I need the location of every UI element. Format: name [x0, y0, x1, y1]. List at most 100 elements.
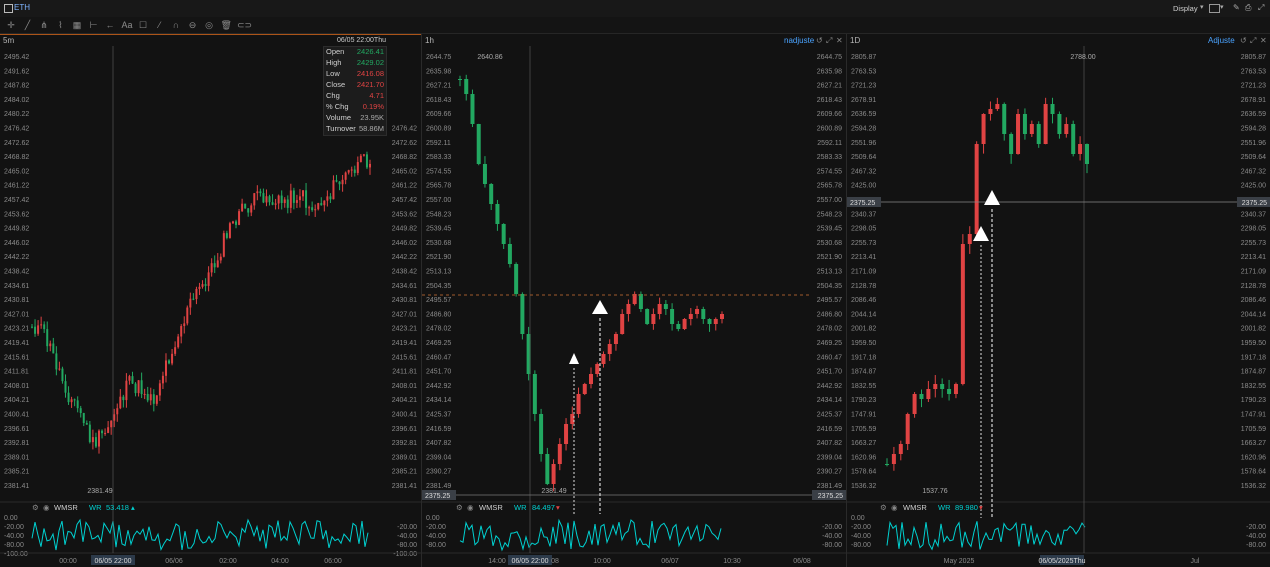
oscillator-settings-icon[interactable]: ⚙ — [456, 503, 463, 512]
candle-body — [46, 329, 49, 347]
candle-body — [244, 203, 247, 209]
candle-body — [960, 244, 965, 384]
candle-body — [1029, 124, 1034, 134]
candle-body — [1050, 104, 1055, 114]
tooltip-key: Open — [326, 47, 345, 56]
candle-body — [174, 347, 177, 354]
osc-label-left: -80.00 — [851, 542, 871, 549]
candle-body — [676, 324, 681, 329]
oscillator-dropdown-icon[interactable]: ▴ — [131, 503, 135, 512]
candle-body — [329, 196, 332, 200]
candle-body — [302, 190, 305, 197]
candle-body — [192, 298, 195, 300]
candle-body — [268, 196, 271, 203]
time-label: 04:00 — [271, 558, 289, 565]
price-label-right: 2805.87 — [1241, 54, 1266, 61]
price-label-left: 2513.13 — [426, 269, 451, 276]
candle-body — [332, 180, 335, 200]
candle-body — [70, 399, 73, 403]
oscillator-dropdown-icon[interactable]: ▾ — [979, 503, 983, 512]
candle-body — [295, 200, 298, 203]
candle-body — [595, 364, 600, 374]
candle-body — [119, 396, 122, 409]
candle-body — [557, 444, 562, 464]
crosshair-icon[interactable]: ✛ — [6, 20, 16, 30]
price-label-left: 2805.87 — [851, 54, 876, 61]
drawing-toolbar: ✛ ╱ ⋔ ⌇ ▦ ⊢ ← Aa ☐ ⁄ ∩ ⊖ ◎ 🗑 ⊂⊃ — [0, 17, 1270, 34]
camera-icon[interactable]: ⎙ — [1245, 3, 1251, 13]
oscillator-visibility-icon[interactable]: ◉ — [43, 503, 50, 512]
time-label: Jul — [1191, 558, 1200, 565]
trash-icon[interactable]: 🗑 — [221, 20, 232, 30]
magnet-icon[interactable]: ∩ — [171, 20, 181, 30]
candle-body — [82, 413, 85, 424]
time-label: 00:00 — [59, 558, 77, 565]
price-label-left: 2434.61 — [4, 283, 29, 290]
lock-icon[interactable]: ⊖ — [188, 20, 198, 30]
price-label-left: 2486.80 — [426, 311, 451, 318]
crosshair-price-right: 2375.25 — [1242, 200, 1267, 207]
price-label-right: 1874.87 — [1241, 369, 1266, 376]
candle-body — [146, 393, 149, 401]
window-icon[interactable] — [4, 4, 13, 13]
fork-icon[interactable]: ⋔ — [39, 20, 49, 30]
price-label-right: 2381.49 — [817, 483, 842, 490]
link-icon[interactable]: ⊂⊃ — [237, 20, 252, 30]
pattern-icon[interactable]: ⌇ — [56, 20, 66, 30]
time-label: 10:30 — [723, 558, 741, 565]
layout-icon[interactable] — [1209, 4, 1220, 13]
note-icon[interactable]: ☐ — [138, 20, 148, 30]
price-label-right: 2565.78 — [817, 183, 842, 190]
candle-body — [682, 319, 687, 329]
brush-icon[interactable]: ⁄ — [155, 20, 165, 30]
price-label-left: 2255.73 — [851, 240, 876, 247]
trendline-icon[interactable]: ╱ — [23, 20, 33, 30]
price-label-left: 2548.23 — [426, 211, 451, 218]
candle-body — [265, 196, 268, 203]
candle-body — [110, 420, 113, 428]
candle-body — [107, 427, 110, 433]
candle-body — [582, 384, 587, 394]
osc-label-left: -20.00 — [426, 524, 446, 531]
fullscreen-icon[interactable]: ⤢ — [1258, 3, 1264, 13]
price-label-left: 2419.41 — [4, 340, 29, 347]
tooltip-value: 4.71 — [369, 91, 384, 100]
candle-body — [305, 190, 308, 208]
low-marker: 1537.76 — [922, 488, 947, 495]
price-label-left: 2434.14 — [426, 397, 451, 404]
chart-svg-1h[interactable]: 2644.75 2635.98 2627.21 2618.43 2609.66 2600.… — [422, 34, 846, 567]
chart-svg-1d[interactable]: 2805.87 2763.53 2721.23 2678.91 2636.59 2594.… — [847, 34, 1270, 567]
arrow-icon[interactable]: ← — [105, 20, 115, 30]
oscillator-settings-icon[interactable]: ⚙ — [32, 503, 39, 512]
oscillator-dropdown-icon[interactable]: ▾ — [556, 503, 560, 512]
symbol-label[interactable]: ETH — [14, 3, 30, 12]
display-button[interactable]: Display — [1173, 4, 1198, 13]
tooltip-key: Low — [326, 69, 340, 78]
candle-body — [262, 193, 265, 203]
candle-body — [235, 221, 238, 225]
price-label-left: 2469.25 — [426, 340, 451, 347]
tooltip-key: Volume — [326, 113, 352, 122]
price-label-left: 1620.96 — [851, 454, 876, 461]
pencil-icon[interactable]: ✎ — [1233, 3, 1240, 12]
ruler-icon[interactable]: ⊢ — [89, 20, 99, 30]
candle-body — [620, 314, 625, 334]
candle-body — [311, 207, 314, 211]
candle-body — [974, 144, 979, 234]
price-label-left: 1747.91 — [851, 412, 876, 419]
chevron-down-icon[interactable]: ▾ — [1200, 3, 1204, 11]
eye-icon[interactable]: ◎ — [204, 20, 214, 30]
candle-body — [64, 381, 67, 393]
price-label-right: 2453.62 — [392, 211, 417, 218]
grid-icon[interactable]: ▦ — [72, 20, 82, 30]
time-label: 06:00 — [324, 558, 342, 565]
oscillator-visibility-icon[interactable]: ◉ — [891, 503, 898, 512]
oscillator-visibility-icon[interactable]: ◉ — [467, 503, 474, 512]
price-label-left: 2509.64 — [851, 154, 876, 161]
oscillator-settings-icon[interactable]: ⚙ — [880, 503, 887, 512]
top-bar: ETH Display ▾ ▾ ✎ ⎙ ⤢ — [0, 0, 1270, 18]
layout-chevron-icon[interactable]: ▾ — [1220, 3, 1224, 11]
text-icon[interactable]: Aa — [122, 20, 133, 30]
price-label-right: 2399.04 — [817, 454, 842, 461]
high-marker: 2788.00 — [1070, 54, 1095, 61]
